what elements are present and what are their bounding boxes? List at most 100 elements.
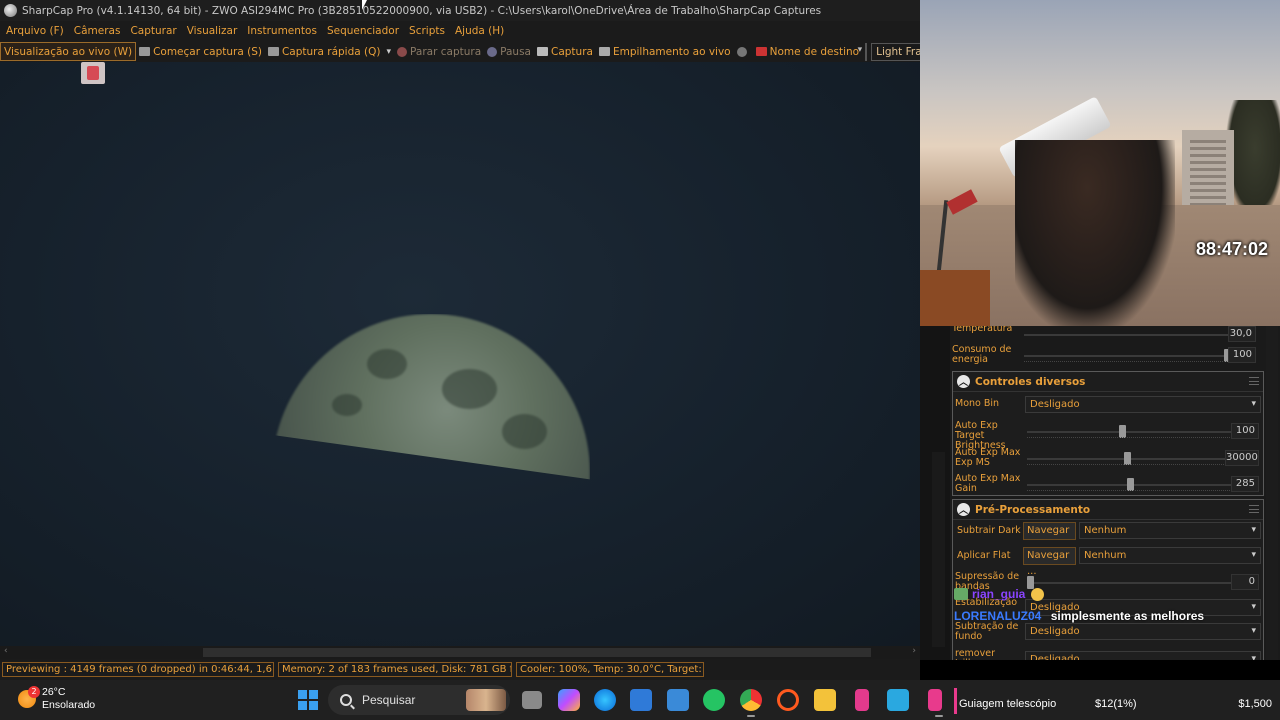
menu-scripts[interactable]: Scripts [405,25,449,37]
smile-emoji-icon [1031,587,1045,601]
exp-max-label: Auto Exp Max Exp MS [955,447,1021,468]
temperature-value[interactable]: 30,0 [1228,326,1256,342]
record-dot-icon [736,46,747,57]
misc-controls-group: ︿ Controles diversos Mono Bin Desligado … [952,371,1264,496]
folder-icon[interactable] [814,689,836,711]
menu-help[interactable]: Ajuda (H) [451,25,508,37]
mouse-cursor-icon [362,0,367,10]
search-highlight-image [466,689,506,711]
max-gain-row: Auto Exp Max Gain 285 [953,472,1263,498]
live-view-button[interactable]: Visualização ao vivo (W) [0,42,137,61]
max-gain-slider[interactable] [1027,478,1232,491]
stop-capture-label: Parar captura [410,45,482,58]
stop-icon [397,46,408,57]
stream-timer: 88:47:02 [1195,239,1268,259]
subtract-dark-row: Subtrair Dark Navegar ... Nenhum [953,519,1263,552]
banding-slider[interactable] [1027,576,1232,589]
temperature-slider[interactable] [1024,334,1229,336]
weather-widget[interactable]: 2 26°C Ensolarado [18,686,95,712]
horizontal-scrollbar[interactable]: ‹ › [0,646,920,659]
collapse-icon[interactable]: ︿ [957,503,970,516]
chevron-left-icon[interactable]: ‹ [4,646,8,656]
menu-icon[interactable] [1249,377,1259,385]
store-icon[interactable] [630,689,652,711]
preprocessing-header[interactable]: ︿ Pré-Processamento [953,500,1263,520]
target-icon [755,47,767,56]
webcam-overlay: 88:47:02 [920,0,1280,326]
misc-controls-title: Controles diversos [975,375,1086,388]
collapse-icon[interactable]: ︿ [957,375,970,388]
toolbar: Visualização ao vivo (W) Começar captura… [0,41,945,62]
person [1015,140,1175,326]
exp-max-value[interactable]: 30000 [1225,450,1259,466]
live-view-label: Visualização ao vivo (W) [4,45,133,58]
target-name-button[interactable]: Nome de destino [753,42,862,61]
donation-goal-widget: Guiagem telescópio $12(1%) $1,500 [954,680,1280,720]
pause-button[interactable]: Pausa [484,42,534,61]
exp-target-value[interactable]: 100 [1231,423,1259,439]
chevron-down-icon[interactable]: ▾ [387,47,392,57]
exp-target-slider[interactable] [1027,425,1232,438]
chevron-right-icon[interactable]: › [912,646,916,656]
windows-start-icon[interactable] [298,690,318,710]
menu-bar: Arquivo (F) Câmeras Capturar Visualizar … [0,21,920,41]
menu-file[interactable]: Arquivo (F) [2,25,68,37]
chat-overlay: rian_guia LORENALUZ04 simplesmente as me… [950,586,1280,626]
weather-temperature: 26°C [42,686,66,698]
power-slider[interactable] [1024,349,1231,362]
mono-bin-select[interactable]: Desligado [1025,396,1261,413]
app-hexagon-icon[interactable] [667,689,689,711]
quick-capture-button[interactable]: Captura rápida (Q) ▾ [265,42,394,61]
menu-sequencer[interactable]: Sequenciador [323,25,403,37]
power-row: Consumo de energia 100 [950,343,1260,369]
target-name-dropdown[interactable] [858,42,868,61]
quick-capture-label: Captura rápida (Q) [281,45,381,58]
app-badge-icon [81,62,105,84]
pause-label: Pausa [500,45,531,58]
task-view-icon[interactable] [522,691,542,709]
max-gain-value[interactable]: 285 [1231,476,1259,492]
app-blue-icon[interactable] [887,689,909,711]
menu-capture[interactable]: Capturar [126,25,180,37]
live-preview-image[interactable] [0,62,920,646]
streaming-app-icon[interactable] [928,689,943,717]
obs-plugin-icon[interactable] [855,689,869,711]
flat-browse-button[interactable]: Navegar ... [1023,547,1076,577]
scrollbar-thumb[interactable] [203,648,871,657]
exp-max-row: Auto Exp Max Exp MS 30000 [953,446,1263,472]
weather-condition: Ensolarado [42,699,96,711]
menu-view[interactable]: Visualizar [183,25,242,37]
viewport-vertical-scrollbar[interactable] [932,452,945,647]
whatsapp-icon[interactable] [703,689,725,711]
start-capture-button[interactable]: Começar captura (S) [136,42,265,61]
stack-icon [598,47,610,56]
taskbar-search[interactable]: Pesquisar [328,685,510,715]
misc-controls-header[interactable]: ︿ Controles diversos [953,372,1263,392]
mono-bin-label: Mono Bin [955,398,1000,409]
dark-select[interactable]: Nenhum [1079,522,1261,539]
dark-browse-button[interactable]: Navegar ... [1023,522,1076,552]
record-indicator[interactable] [734,42,753,61]
chrome-icon[interactable] [740,689,762,717]
preview-status: Previewing : 4149 frames (0 dropped) in … [2,662,274,677]
live-stack-button[interactable]: Empilhamento ao vivo [596,42,734,61]
exp-max-slider[interactable] [1027,452,1232,465]
stop-capture-button[interactable]: Parar captura [394,42,484,61]
chat-entry-2: LORENALUZ04 simplesmente as melhores [954,609,1204,623]
user-avatar-icon [954,588,968,600]
max-gain-label: Auto Exp Max Gain [955,473,1021,494]
copilot-icon[interactable] [558,689,580,711]
snapshot-button[interactable]: Captura [534,42,596,61]
menu-cameras[interactable]: Câmeras [70,25,125,37]
menu-tools[interactable]: Instrumentos [243,25,321,37]
trails-row: remover trilhas Desligado [953,645,1263,660]
power-value[interactable]: 100 [1228,347,1256,363]
sharpcap-logo-icon [4,4,17,17]
pause-icon [487,46,498,57]
menu-icon[interactable] [1249,505,1259,513]
edge-icon[interactable] [594,689,616,711]
flat-select[interactable]: Nenhum [1079,547,1261,564]
power-label: Consumo de energia [952,344,1012,365]
opera-icon[interactable] [777,689,799,711]
trails-select[interactable]: Desligado [1025,651,1261,660]
